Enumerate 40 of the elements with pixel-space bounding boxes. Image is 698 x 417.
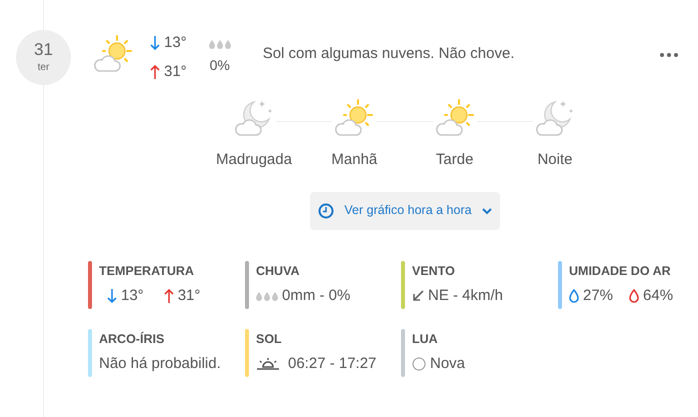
down-arrow-icon — [107, 288, 117, 304]
period-label: Madrugada — [216, 150, 292, 170]
detail-value: NE - 4km/h — [428, 286, 504, 306]
hourly-chart-button[interactable]: Ver gráfico hora a hora — [310, 192, 500, 230]
raindrops-icon — [256, 291, 278, 302]
weekday: ter — [38, 61, 50, 75]
min-temperature: 13° — [164, 33, 187, 53]
detail-value: 64% — [643, 286, 674, 306]
period-label: Tarde — [436, 150, 474, 170]
detail-title: TEMPERATURA — [99, 262, 195, 280]
clock-icon — [318, 202, 334, 218]
detail-value: 13° — [121, 286, 144, 306]
up-arrow-icon — [164, 288, 174, 304]
arrow-icon — [412, 290, 424, 302]
detail-value: 0mm - 0% — [282, 286, 350, 306]
detail-title: UMIDADE DO AR — [569, 262, 672, 280]
droplet-icon — [569, 289, 579, 304]
forecast-description: Sol com algumas nuvens. Não chove. — [262, 44, 514, 64]
detail-value: Nova — [430, 354, 466, 374]
detail-title: LUA — [412, 330, 439, 348]
detail-value: 06:27 - 17:27 — [288, 354, 376, 374]
detail-title: SOL — [256, 330, 283, 348]
detail-title: VENTO — [412, 262, 456, 280]
detail-value: Não há probabilid. — [99, 354, 221, 374]
down-arrow-icon — [150, 35, 160, 52]
up-arrow-icon — [150, 64, 160, 80]
raindrops-icon — [208, 39, 231, 49]
rain-chance: 0% — [210, 56, 230, 75]
period-label: Noite — [537, 150, 572, 170]
detail-title: CHUVA — [256, 262, 301, 280]
period-label: Manhã — [331, 150, 378, 170]
day-number: 31 — [34, 40, 53, 60]
sunrise-icon — [256, 357, 280, 372]
droplet-icon — [629, 289, 640, 304]
max-temperature: 31° — [164, 62, 187, 82]
detail-value: 27% — [583, 286, 614, 306]
detail-title: ARCO-ÍRIS — [99, 330, 166, 348]
chevron-down-icon — [482, 206, 492, 214]
moon-phase-icon — [412, 357, 426, 372]
detail-value: 31° — [178, 286, 200, 306]
